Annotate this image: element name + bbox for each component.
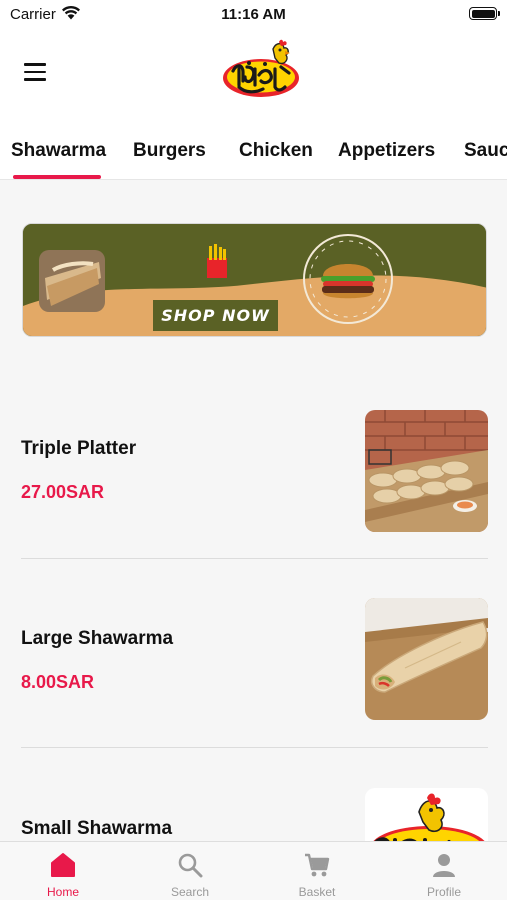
restaurant-logo — [223, 39, 299, 97]
item-name: Small Shawarma — [21, 818, 173, 839]
tab-sauces[interactable]: Sauc — [464, 140, 507, 162]
divider — [21, 558, 488, 559]
bottom-navigation: Home Search Basket Profile — [0, 841, 507, 900]
profile-icon — [433, 854, 455, 877]
hamburger-menu-icon[interactable] — [24, 63, 46, 81]
tab-chicken[interactable]: Chicken — [239, 140, 313, 162]
nav-search[interactable]: Search — [127, 842, 253, 900]
divider — [21, 747, 488, 748]
nav-home-label: Home — [46, 885, 79, 899]
item-name: Large Shawarma — [21, 628, 174, 649]
status-bar: Carrier 11:16 AM — [0, 0, 507, 28]
active-tab-indicator — [13, 175, 101, 179]
nav-profile-label: Profile — [426, 885, 461, 899]
item-price: 8.00SAR — [21, 672, 95, 692]
home-icon — [51, 853, 75, 877]
battery-icon — [469, 7, 500, 20]
tab-burgers[interactable]: Burgers — [133, 140, 206, 162]
search-icon — [178, 853, 203, 878]
nav-basket-label: Basket — [298, 885, 336, 899]
item-price: 27.00SAR — [21, 482, 105, 502]
category-tabs: Shawarma Burgers Chicken Appetizers Sauc — [0, 114, 507, 180]
item-image[interactable] — [365, 598, 488, 720]
app-header — [0, 28, 507, 114]
tab-appetizers[interactable]: Appetizers — [338, 140, 435, 162]
item-name: Triple Platter — [21, 438, 137, 459]
menu-item[interactable]: Triple Platter 27.00SAR — [0, 400, 507, 560]
shop-now-button[interactable]: SHOP NOW — [153, 300, 278, 331]
nav-search-label: Search — [170, 885, 210, 899]
nav-profile[interactable]: Profile — [381, 842, 507, 900]
cart-icon — [305, 853, 330, 877]
nav-basket[interactable]: Basket — [254, 842, 380, 900]
menu-item[interactable]: Large Shawarma 8.00SAR — [0, 590, 507, 750]
item-image[interactable] — [365, 410, 488, 532]
tab-shawarma[interactable]: Shawarma — [11, 140, 106, 162]
clock: 11:16 AM — [221, 6, 286, 23]
nav-home[interactable]: Home — [0, 842, 126, 900]
promo-banner[interactable]: SHOP NOW — [22, 223, 487, 337]
